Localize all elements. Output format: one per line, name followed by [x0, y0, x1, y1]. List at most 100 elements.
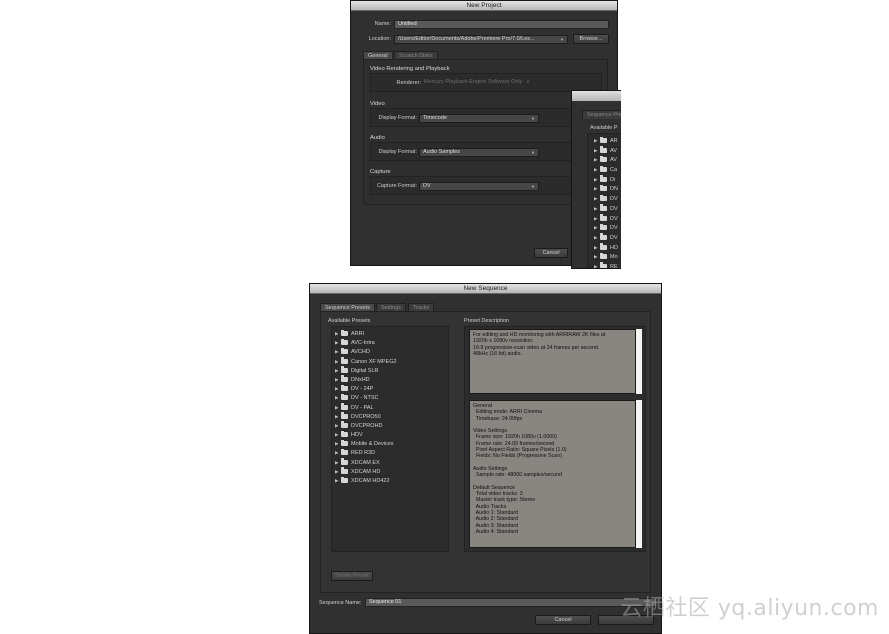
preset-folder-label: DVCPROHD: [351, 422, 383, 429]
renderer-dropdown[interactable]: Mercury Playback Engine Software Only ▼: [424, 79, 544, 87]
behind-preset-item[interactable]: ▶ Mo: [594, 252, 621, 262]
behind-preset-label: HD: [610, 244, 618, 251]
folder-icon: [341, 384, 348, 392]
audio-section-title: Audio: [370, 135, 385, 141]
preset-folder-item[interactable]: ▶ DV - NTSC: [335, 393, 448, 402]
behind-available-label: Available P: [590, 125, 618, 131]
folder-icon: [600, 214, 607, 221]
preset-folder-label: RED R3D: [351, 450, 376, 457]
behind-preset-items: ▶ AR ▶ AV ▶ AV ▶ Ca ▶ Di ▶ DN ▶ DV ▶ DV ▶ DV ▶ DV ▶ DV ▶ HD ▶ Mo ▶…: [588, 134, 621, 269]
preset-folder-item[interactable]: ▶ DNxHD: [335, 375, 448, 384]
location-dropdown[interactable]: /Users/Editor/Documents/Adobe/Premiere P…: [394, 34, 568, 44]
preset-folder-item[interactable]: ▶ RED R3D: [335, 448, 448, 457]
folder-icon: [600, 243, 607, 250]
folder-icon: [600, 184, 607, 192]
behind-preset-label: DV: [610, 215, 618, 222]
video-display-format-dropdown[interactable]: Timecode ▼: [419, 113, 539, 123]
behind-preset-list: ▶ AR ▶ AV ▶ AV ▶ Ca ▶ Di ▶ DN ▶ DV ▶ DV ▶ DV ▶ DV ▶ DV ▶ HD ▶ Mo ▶…: [587, 133, 621, 269]
folder-icon: [600, 233, 607, 240]
preset-folder-item[interactable]: ▶ Digital SLR: [335, 366, 448, 375]
description-container: For editing and HD monitoring with ARRIR…: [464, 326, 646, 552]
preset-folder-item[interactable]: ▶ DV - PAL: [335, 403, 448, 412]
audio-box: Display Format: Audio Samples ▼: [370, 142, 602, 161]
preset-folder-item[interactable]: ▶ XDCAM EX: [335, 458, 448, 467]
capture-format-dropdown[interactable]: DV ▼: [419, 181, 539, 191]
preset-folder-item[interactable]: ▶ AVC-Intra: [335, 338, 448, 347]
video-rendering-box: Renderer: Mercury Playback Engine Softwa…: [370, 73, 602, 92]
folder-icon: [341, 421, 348, 428]
folder-icon: [341, 448, 348, 456]
preset-description-label: Preset Description: [464, 318, 509, 324]
folder-icon: [341, 412, 348, 419]
capture-box: Capture Format: DV ▼: [370, 176, 602, 195]
new-sequence-dialog: New Sequence Sequence Presets Settings T…: [309, 283, 662, 634]
preset-folder-label: DVCPRO50: [351, 413, 381, 420]
behind-preset-label: DV: [610, 234, 618, 241]
video-box: Display Format: Timecode ▼: [370, 108, 602, 127]
folder-icon: [341, 403, 348, 410]
preset-folder-item[interactable]: ▶ AVCHD: [335, 347, 448, 356]
folder-icon: [600, 252, 607, 260]
folder-icon: [341, 338, 348, 346]
folder-icon: [341, 476, 348, 484]
sequence-name-input[interactable]: Sequence 01: [365, 597, 657, 607]
behind-preset-item[interactable]: ▶ HD: [594, 243, 621, 253]
renderer-label: Renderer:: [396, 80, 421, 86]
folder-icon: [341, 329, 348, 337]
preset-folder-label: Mobile & Devices: [351, 441, 394, 448]
browse-button[interactable]: Browse...: [573, 34, 609, 44]
preset-folder-item[interactable]: ▶ HDV: [335, 430, 448, 439]
preset-folder-item[interactable]: ▶ DVCPROHD: [335, 421, 448, 430]
preset-folder-label: XDCAM HD422: [351, 478, 390, 484]
description-scrollbar[interactable]: [636, 329, 642, 394]
behind-preset-item[interactable]: ▶ Di: [594, 175, 621, 185]
behind-preset-label: DN: [610, 186, 618, 193]
audio-display-format-dropdown[interactable]: Audio Samples ▼: [419, 147, 539, 157]
behind-tab-sequence-presets[interactable]: Sequence Prese: [582, 110, 621, 119]
preset-folder-label: DV - PAL: [351, 404, 374, 411]
behind-preset-item[interactable]: ▶ DV: [594, 194, 621, 204]
video-section-title: Video: [370, 101, 385, 107]
audio-display-format-value: Audio Samples: [423, 148, 460, 155]
sequence-presets-panel: Available Presets Preset Description ▶ AR…: [320, 311, 651, 593]
behind-preset-label: RE: [610, 263, 618, 269]
sequence-cancel-button[interactable]: Cancel: [535, 615, 591, 625]
behind-preset-item[interactable]: ▶ DV: [594, 214, 621, 224]
behind-preset-item[interactable]: ▶ AV: [594, 155, 621, 165]
behind-preset-item[interactable]: ▶ AV: [594, 146, 621, 156]
preset-folder-item[interactable]: ▶ XDCAM HD422: [335, 476, 448, 485]
preset-folder-item[interactable]: ▶ Canon XF MPEG2: [335, 357, 448, 366]
preset-folder-label: AVC-Intra: [351, 340, 375, 347]
behind-preset-label: Mo: [610, 254, 618, 261]
details-scrollbar[interactable]: [636, 400, 642, 548]
audio-display-format-label: Display Format:: [378, 149, 417, 155]
available-presets-label: Available Presets: [328, 318, 371, 324]
folder-icon: [600, 262, 607, 268]
behind-preset-item[interactable]: ▶ DV: [594, 233, 621, 243]
behind-preset-item[interactable]: ▶ DV: [594, 204, 621, 214]
project-name-input[interactable]: Untitled: [394, 19, 609, 29]
folder-icon: [600, 165, 607, 173]
behind-preset-item[interactable]: ▶ AR: [594, 136, 621, 146]
location-value: /Users/Editor/Documents/Adobe/Premiere P…: [398, 35, 535, 42]
behind-preset-item[interactable]: ▶ DN: [594, 184, 621, 194]
capture-section-title: Capture: [370, 169, 391, 175]
preset-folder-item[interactable]: ▶ Mobile & Devices: [335, 439, 448, 448]
location-label: Location:: [368, 36, 391, 42]
preset-folder-item[interactable]: ▶ ARRI: [335, 329, 448, 338]
project-cancel-button[interactable]: Cancel: [534, 248, 568, 258]
behind-preset-item[interactable]: ▶ Ca: [594, 165, 621, 175]
preset-folder-item[interactable]: ▶ DV - 24P: [335, 384, 448, 393]
behind-preset-item[interactable]: ▶ DV: [594, 223, 621, 233]
behind-preset-label: AR: [610, 138, 618, 144]
folder-icon: [341, 439, 348, 447]
folder-icon: [600, 223, 607, 231]
delete-preset-button[interactable]: Delete Preset: [331, 571, 373, 581]
video-rendering-title: Video Rendering and Playback: [370, 66, 450, 72]
preset-folder-item[interactable]: ▶ XDCAM HD: [335, 467, 448, 476]
behind-preset-item[interactable]: ▶ RE: [594, 262, 621, 269]
preset-folder-item[interactable]: ▶ DVCPRO50: [335, 412, 448, 421]
preset-folder-label: Digital SLR: [351, 367, 379, 374]
capture-format-label: Capture Format:: [376, 183, 417, 189]
folder-icon: [600, 155, 607, 163]
